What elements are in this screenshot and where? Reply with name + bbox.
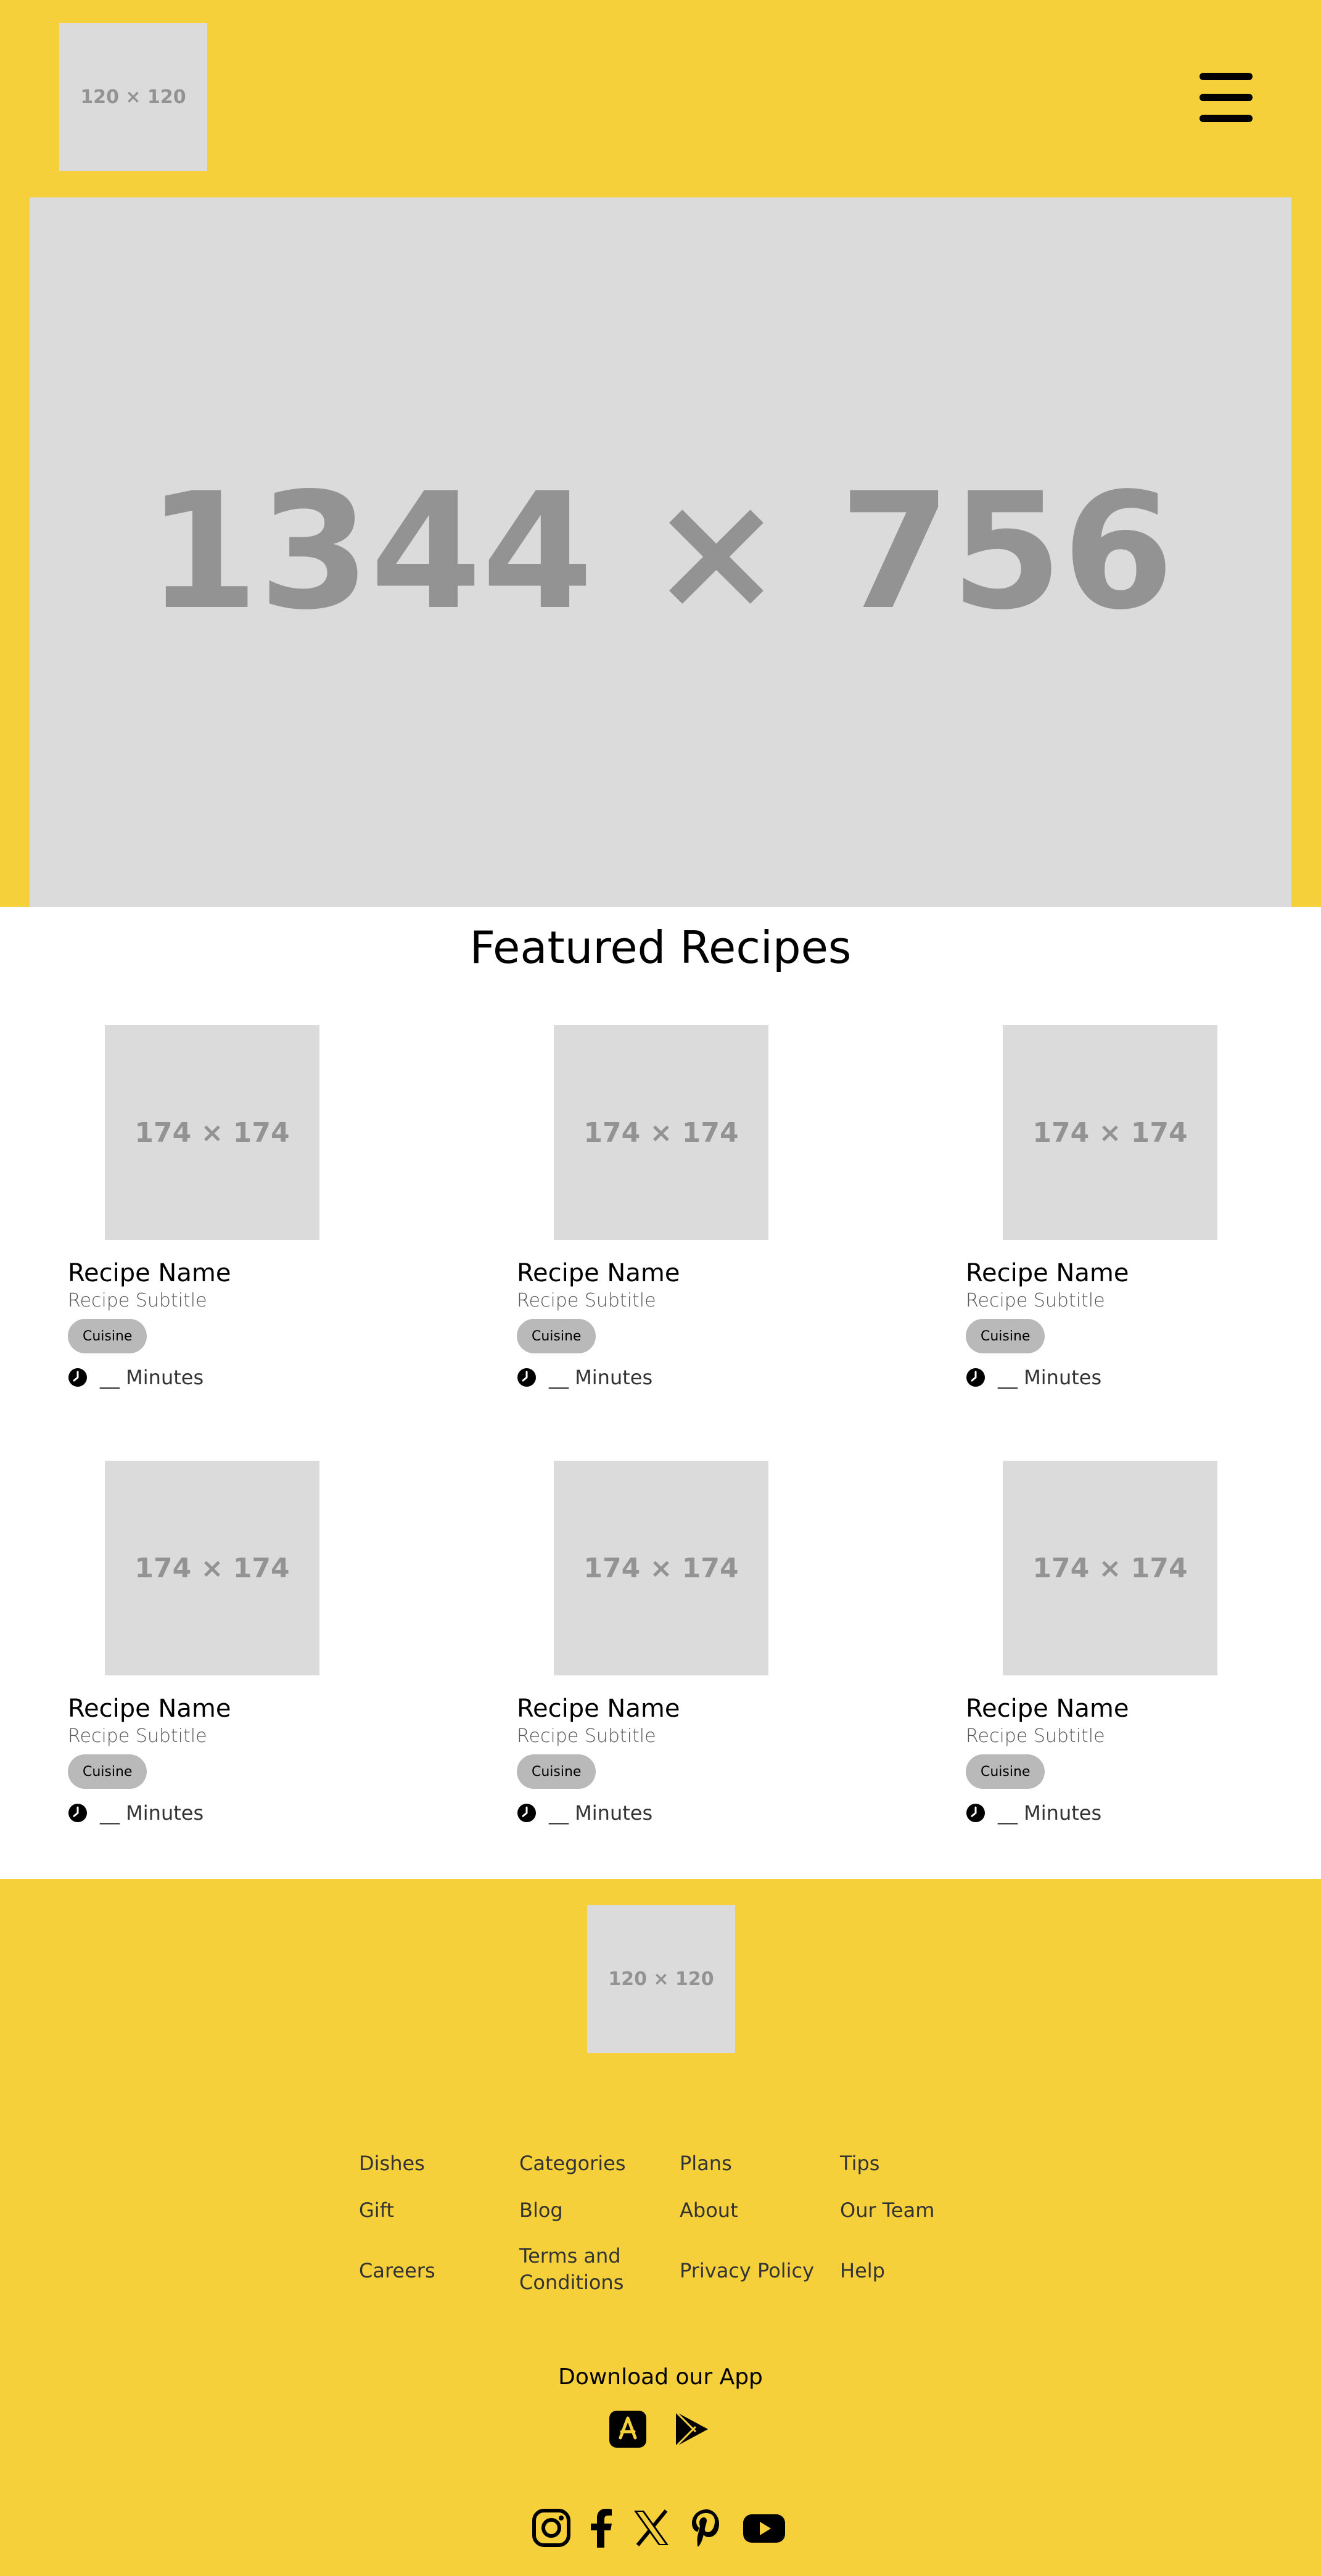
footer-link-our-team[interactable]: Our Team xyxy=(840,2197,982,2224)
recipe-name[interactable]: Recipe Name xyxy=(68,1696,231,1721)
recipe-subtitle: Recipe Subtitle xyxy=(68,1290,207,1311)
footer-link-careers[interactable]: Careers xyxy=(359,2258,501,2284)
pinterest-icon[interactable] xyxy=(689,2508,724,2548)
recipe-subtitle: Recipe Subtitle xyxy=(68,1725,207,1747)
cuisine-badge[interactable]: Cuisine xyxy=(517,1754,596,1789)
footer-link-about[interactable]: About xyxy=(680,2197,821,2224)
recipe-subtitle: Recipe Subtitle xyxy=(517,1725,656,1747)
footer-link-terms[interactable]: Terms and Conditions xyxy=(519,2243,630,2296)
recipe-time: __ Minutes xyxy=(517,1366,652,1389)
recipe-card[interactable]: 174 × 174 Recipe Name Recipe Subtitle Cu… xyxy=(517,1461,825,1856)
recipe-image-placeholder[interactable]: 174 × 174 xyxy=(105,1461,319,1675)
footer-link-help[interactable]: Help xyxy=(840,2258,982,2284)
instagram-icon[interactable] xyxy=(532,2508,571,2548)
footer-link-privacy-policy[interactable]: Privacy Policy xyxy=(680,2258,821,2284)
footer-link-gift[interactable]: Gift xyxy=(359,2197,501,2224)
footer-link-tips[interactable]: Tips xyxy=(840,2150,982,2177)
recipe-name[interactable]: Recipe Name xyxy=(68,1261,231,1286)
recipe-name[interactable]: Recipe Name xyxy=(966,1696,1129,1721)
recipe-subtitle: Recipe Subtitle xyxy=(966,1290,1105,1311)
featured-recipes-title: Featured Recipes xyxy=(469,922,852,973)
recipe-card[interactable]: 174 × 174 Recipe Name Recipe Subtitle Cu… xyxy=(966,1025,1274,1420)
footer-link-blog[interactable]: Blog xyxy=(519,2197,661,2224)
recipe-image-placeholder[interactable]: 174 × 174 xyxy=(554,1461,768,1675)
clock-icon xyxy=(966,1368,985,1387)
footer-link-plans[interactable]: Plans xyxy=(680,2150,821,2177)
cuisine-badge[interactable]: Cuisine xyxy=(68,1754,147,1789)
clock-icon xyxy=(68,1804,87,1822)
clock-icon xyxy=(68,1368,87,1387)
recipe-name[interactable]: Recipe Name xyxy=(517,1261,680,1286)
app-store-icon[interactable] xyxy=(608,2409,648,2449)
recipe-time: __ Minutes xyxy=(966,1801,1101,1825)
recipe-image-placeholder[interactable]: 174 × 174 xyxy=(1003,1025,1217,1240)
recipe-subtitle: Recipe Subtitle xyxy=(517,1290,656,1311)
recipe-time-label: __ Minutes xyxy=(100,1801,204,1825)
recipe-time: __ Minutes xyxy=(68,1801,204,1825)
recipe-time-label: __ Minutes xyxy=(998,1366,1102,1389)
recipe-time: __ Minutes xyxy=(517,1801,652,1825)
recipe-image-placeholder[interactable]: 174 × 174 xyxy=(105,1025,319,1240)
recipe-name[interactable]: Recipe Name xyxy=(517,1696,680,1721)
cuisine-badge[interactable]: Cuisine xyxy=(966,1319,1045,1353)
recipe-card[interactable]: 174 × 174 Recipe Name Recipe Subtitle Cu… xyxy=(966,1461,1274,1856)
youtube-icon[interactable] xyxy=(743,2508,786,2548)
footer-link-dishes[interactable]: Dishes xyxy=(359,2150,501,2177)
header: 120 × 120 1344 × 756 xyxy=(0,0,1321,907)
recipe-image-placeholder[interactable]: 174 × 174 xyxy=(1003,1461,1217,1675)
recipe-time-label: __ Minutes xyxy=(549,1366,653,1389)
recipe-card[interactable]: 174 × 174 Recipe Name Recipe Subtitle Cu… xyxy=(68,1461,376,1856)
clock-icon xyxy=(517,1368,536,1387)
facebook-icon[interactable] xyxy=(587,2508,614,2548)
recipe-image-placeholder[interactable]: 174 × 174 xyxy=(554,1025,768,1240)
cuisine-badge[interactable]: Cuisine xyxy=(517,1319,596,1353)
clock-icon xyxy=(517,1804,536,1822)
download-app-title: Download our App xyxy=(558,2364,763,2390)
footer-logo-placeholder[interactable]: 120 × 120 xyxy=(587,1905,735,2053)
recipe-time-label: __ Minutes xyxy=(100,1366,204,1389)
cuisine-badge[interactable]: Cuisine xyxy=(966,1754,1045,1789)
recipe-subtitle: Recipe Subtitle xyxy=(966,1725,1105,1747)
google-play-icon[interactable] xyxy=(672,2409,712,2449)
recipe-card[interactable]: 174 × 174 Recipe Name Recipe Subtitle Cu… xyxy=(517,1025,825,1420)
recipe-card[interactable]: 174 × 174 Recipe Name Recipe Subtitle Cu… xyxy=(68,1025,376,1420)
recipe-time-label: __ Minutes xyxy=(998,1801,1102,1825)
recipe-time: __ Minutes xyxy=(68,1366,204,1389)
footer-link-categories[interactable]: Categories xyxy=(519,2150,661,2177)
hamburger-menu-icon[interactable] xyxy=(1200,73,1253,122)
clock-icon xyxy=(966,1804,985,1822)
recipe-time: __ Minutes xyxy=(966,1366,1101,1389)
logo-placeholder[interactable]: 120 × 120 xyxy=(59,23,207,171)
hero-image-placeholder: 1344 × 756 xyxy=(30,197,1291,907)
footer: 120 × 120 Dishes Categories Plans Tips G… xyxy=(0,1879,1321,2576)
recipe-time-label: __ Minutes xyxy=(549,1801,653,1825)
cuisine-badge[interactable]: Cuisine xyxy=(68,1319,147,1353)
x-icon[interactable] xyxy=(632,2508,671,2548)
recipe-name[interactable]: Recipe Name xyxy=(966,1261,1129,1286)
